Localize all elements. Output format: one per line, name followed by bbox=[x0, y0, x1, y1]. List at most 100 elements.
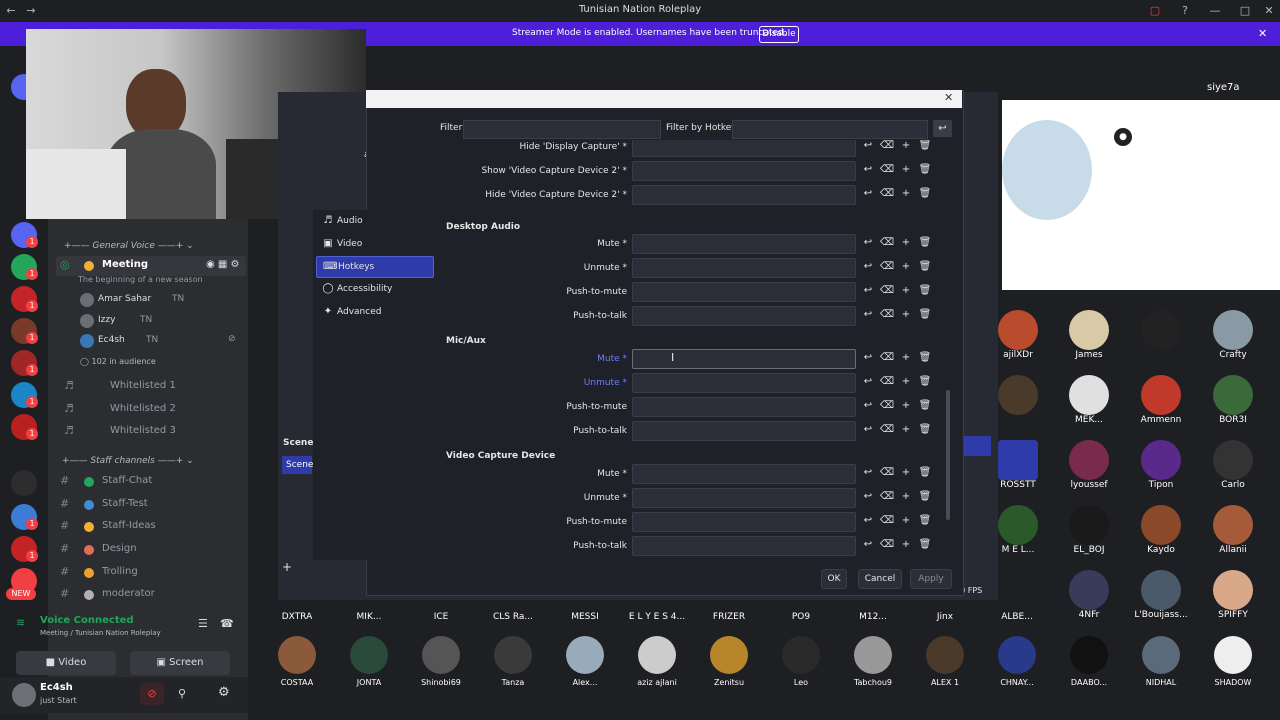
voice-channel-whitelisted-3[interactable]: ♬ Whitelisted 3 bbox=[56, 422, 246, 442]
hotkey-input[interactable] bbox=[632, 306, 856, 326]
hotkey-input[interactable] bbox=[632, 512, 856, 532]
delete-hotkey-icon[interactable]: 🗑 bbox=[917, 374, 933, 390]
ok-button[interactable]: OK bbox=[821, 569, 847, 589]
hotkey-input[interactable] bbox=[632, 258, 856, 278]
revert-icon[interactable]: ↩ bbox=[860, 422, 876, 438]
clear-key-icon[interactable]: ⌫ bbox=[879, 489, 895, 505]
avatar[interactable] bbox=[12, 683, 36, 707]
voice-channel-whitelisted-2[interactable]: ♬ Whitelisted 2 bbox=[56, 400, 246, 420]
delete-hotkey-icon[interactable]: 🗑 bbox=[917, 465, 933, 481]
participant-name[interactable]: ICE bbox=[406, 612, 476, 622]
delete-hotkey-icon[interactable]: 🗑 bbox=[917, 422, 933, 438]
cancel-button[interactable]: Cancel bbox=[858, 569, 902, 589]
add-hotkey-icon[interactable]: + bbox=[898, 140, 914, 154]
revert-icon[interactable]: ↩ bbox=[860, 513, 876, 529]
clear-key-icon[interactable]: ⌫ bbox=[879, 350, 895, 366]
participant-tile[interactable]: BOR3I bbox=[1198, 375, 1268, 425]
delete-hotkey-icon[interactable]: 🗑 bbox=[917, 350, 933, 366]
revert-icon[interactable]: ↩ bbox=[860, 235, 876, 251]
delete-hotkey-icon[interactable]: 🗑 bbox=[917, 398, 933, 414]
chevron-down-icon[interactable]: ⌄ bbox=[1258, 274, 1266, 285]
text-channel[interactable]: # moderator bbox=[56, 585, 246, 605]
participant-tile[interactable]: Ammenn bbox=[1126, 375, 1196, 425]
text-channel[interactable]: # Staff-Test bbox=[56, 495, 246, 515]
hotkey-input-focused[interactable]: I bbox=[632, 349, 856, 369]
add-hotkey-icon[interactable]: + bbox=[898, 350, 914, 366]
revert-icon[interactable]: ↩ bbox=[860, 140, 876, 154]
participant-tile[interactable]: James bbox=[1054, 310, 1124, 360]
participant-tile[interactable]: Tipon bbox=[1126, 440, 1196, 490]
sidebar-item-advanced[interactable]: ✦ Advanced bbox=[316, 302, 432, 322]
revert-icon[interactable]: ↩ bbox=[860, 259, 876, 275]
hotkey-input[interactable] bbox=[632, 140, 856, 157]
disable-streamer-mode-button[interactable]: Disable bbox=[759, 26, 799, 43]
headset-icon[interactable]: ⚲ bbox=[178, 687, 186, 700]
text-channel[interactable]: # Staff-Ideas bbox=[56, 517, 246, 537]
minimize-icon[interactable]: — bbox=[1208, 4, 1222, 18]
sidebar-item-accessibility[interactable]: ◯ Accessibility bbox=[316, 279, 432, 299]
settings-gear-icon[interactable]: ⚙ bbox=[218, 685, 230, 700]
hotkey-input[interactable] bbox=[632, 397, 856, 417]
clear-key-icon[interactable]: ⌫ bbox=[879, 235, 895, 251]
apply-button[interactable]: Apply bbox=[910, 569, 952, 589]
participant-tile[interactable]: EL_BOJ bbox=[1054, 505, 1124, 555]
participant-tile[interactable]: Alex... bbox=[550, 636, 620, 687]
participant-tile[interactable]: aziz ajlani bbox=[622, 636, 692, 687]
participant-tile[interactable]: Tanza bbox=[478, 636, 548, 687]
category-staff-channels[interactable]: +—— Staff channels ——+ ⌄ bbox=[62, 456, 194, 466]
participant-name[interactable]: E L Y E S 4... bbox=[622, 612, 692, 622]
revert-icon[interactable]: ↩ bbox=[860, 537, 876, 553]
revert-icon[interactable]: ↩ bbox=[860, 283, 876, 299]
revert-icon[interactable]: ↩ bbox=[860, 186, 876, 202]
clear-key-icon[interactable]: ⌫ bbox=[879, 422, 895, 438]
participant-tile[interactable]: Crafty bbox=[1198, 310, 1268, 360]
clear-key-icon[interactable]: ⌫ bbox=[879, 398, 895, 414]
voice-channel-whitelisted-1[interactable]: ♬ Whitelisted 1 bbox=[56, 377, 246, 397]
camera-icon[interactable]: ● bbox=[1114, 128, 1132, 146]
hotkey-input[interactable] bbox=[632, 464, 856, 484]
participant-tile[interactable]: ROSSTT bbox=[983, 440, 1053, 490]
sidebar-item-video[interactable]: ▣ Video bbox=[316, 234, 432, 254]
delete-hotkey-icon[interactable]: 🗑 bbox=[917, 140, 933, 154]
maximize-icon[interactable]: □ bbox=[1238, 4, 1252, 18]
add-scene-icon[interactable]: + bbox=[282, 560, 292, 574]
inbox-icon[interactable]: ▢ bbox=[1148, 4, 1162, 18]
disconnect-icon[interactable]: ☎ bbox=[220, 617, 234, 630]
text-channel[interactable]: # Design bbox=[56, 540, 246, 560]
participant-tile[interactable]: SHADOW bbox=[1198, 636, 1268, 687]
add-hotkey-icon[interactable]: + bbox=[898, 422, 914, 438]
text-channel[interactable]: # Staff-Chat bbox=[56, 472, 246, 492]
close-dialog-icon[interactable]: ✕ bbox=[944, 91, 953, 104]
delete-hotkey-icon[interactable]: 🗑 bbox=[917, 489, 933, 505]
close-banner-icon[interactable]: ✕ bbox=[1258, 27, 1267, 40]
help-icon[interactable]: ? bbox=[1178, 4, 1192, 18]
voice-user[interactable]: Amar Sahar TN bbox=[80, 292, 240, 310]
delete-hotkey-icon[interactable]: 🗑 bbox=[917, 283, 933, 299]
clear-key-icon[interactable]: ⌫ bbox=[879, 162, 895, 178]
participant-tile[interactable]: Leo bbox=[766, 636, 836, 687]
participant-tile[interactable]: DAABO... bbox=[1054, 636, 1124, 687]
clear-key-icon[interactable]: ⌫ bbox=[879, 140, 895, 154]
hotkey-input[interactable] bbox=[632, 234, 856, 254]
add-hotkey-icon[interactable]: + bbox=[898, 374, 914, 390]
participant-name[interactable]: MIK... bbox=[334, 612, 404, 622]
hotkey-input[interactable] bbox=[632, 161, 856, 181]
text-channel[interactable]: # Trolling bbox=[56, 563, 246, 583]
participant-tile[interactable]: Allanii bbox=[1198, 505, 1268, 555]
participant-tile[interactable]: COSTAA bbox=[262, 636, 332, 687]
mute-mic-icon[interactable]: ⊘ bbox=[140, 683, 164, 705]
participant-name[interactable]: FRIZER bbox=[694, 612, 764, 622]
hotkey-input[interactable] bbox=[632, 185, 856, 205]
participant-tile[interactable]: Shinobi69 bbox=[406, 636, 476, 687]
participant-name[interactable]: ALBE... bbox=[982, 612, 1052, 622]
participant-tile[interactable]: Tabchou9 bbox=[838, 636, 908, 687]
clear-key-icon[interactable]: ⌫ bbox=[879, 537, 895, 553]
participant-tile[interactable]: Kaydo bbox=[1126, 505, 1196, 555]
participant-tile[interactable]: MEK... bbox=[1054, 375, 1124, 425]
hotkey-input[interactable] bbox=[632, 373, 856, 393]
participant-tile[interactable]: lyoussef bbox=[1054, 440, 1124, 490]
voice-user[interactable]: Izzy TN bbox=[80, 313, 240, 331]
sidebar-item-audio[interactable]: ♬ Audio bbox=[316, 211, 432, 231]
category-general-voice[interactable]: +—— General Voice ——+ ⌄ bbox=[64, 241, 194, 251]
voice-user[interactable]: Ec4sh TN ⊘ bbox=[80, 333, 240, 351]
